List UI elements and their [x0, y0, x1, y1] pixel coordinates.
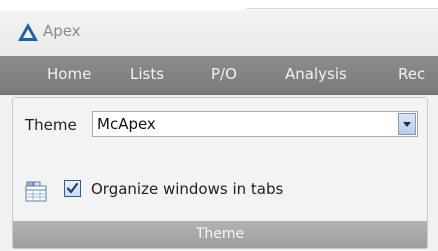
theme-dropdown[interactable]: McApex	[92, 111, 418, 137]
window-title: Apex	[43, 22, 81, 40]
ribbon-panel: Theme McApex Organize windows in tabs Th…	[0, 95, 438, 251]
organize-tabs-label[interactable]: Organize windows in tabs	[91, 180, 283, 198]
theme-label: Theme	[25, 116, 77, 134]
chevron-down-icon	[403, 122, 411, 127]
divider-line	[246, 8, 438, 9]
dropdown-arrow-button[interactable]	[398, 113, 416, 135]
menu-item-po[interactable]: P/O	[211, 65, 237, 83]
checkmark-icon	[66, 182, 79, 194]
theme-selected-value: McApex	[97, 115, 156, 133]
apex-logo-icon	[18, 23, 38, 41]
group-footer: Theme	[13, 221, 427, 248]
theme-group: Theme McApex Organize windows in tabs Th…	[12, 97, 428, 249]
title-bar: Apex	[0, 10, 438, 56]
menu-item-home[interactable]: Home	[47, 65, 91, 83]
tabs-layout-icon	[25, 181, 47, 202]
menu-item-rec[interactable]: Rec	[398, 65, 425, 83]
group-title: Theme	[195, 226, 245, 242]
menu-bar: Home Lists P/O Analysis Rec	[0, 56, 438, 95]
menu-item-lists[interactable]: Lists	[130, 65, 164, 83]
top-strip	[0, 0, 438, 10]
menu-item-analysis[interactable]: Analysis	[285, 65, 347, 83]
organize-tabs-checkbox[interactable]	[64, 180, 81, 197]
